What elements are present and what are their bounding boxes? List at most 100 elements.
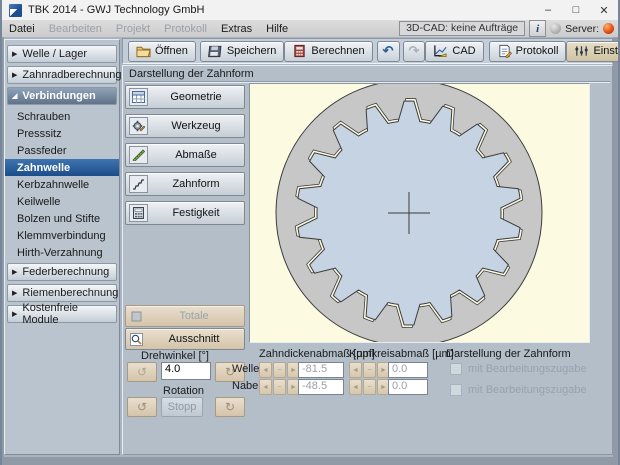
step-minus-icon[interactable]: − bbox=[363, 379, 376, 395]
close-button[interactable]: ✕ bbox=[590, 0, 618, 20]
step-minus-icon[interactable]: − bbox=[273, 379, 286, 395]
redo-button[interactable]: ↷ bbox=[402, 40, 426, 62]
sidebar-item-kerbzahnwelle[interactable]: Kerbzahnwelle bbox=[5, 176, 119, 193]
step-left-icon[interactable]: ◄ bbox=[349, 379, 362, 395]
server-status-dot bbox=[603, 23, 614, 34]
main-toolbar: Öffnen Speichern Berechnen ↶ ↷ CAD Proto… bbox=[122, 38, 618, 64]
content-pane: Darstellung der Zahnform Geometrie Werkz… bbox=[122, 65, 613, 455]
rotation-ccw-button[interactable]: ↺ bbox=[127, 397, 157, 417]
chevron-right-icon: ▶ bbox=[12, 311, 18, 318]
step-minus-icon[interactable]: − bbox=[273, 362, 286, 378]
geometry-table-icon bbox=[129, 88, 148, 106]
minimize-button[interactable]: – bbox=[534, 0, 562, 20]
menu-protokoll[interactable]: Protokoll bbox=[157, 23, 214, 35]
redo-icon: ↷ bbox=[408, 43, 420, 58]
menu-hilfe[interactable]: Hilfe bbox=[259, 23, 295, 35]
chevron-right-icon: ▶ bbox=[12, 51, 18, 58]
info-icon[interactable]: i bbox=[529, 20, 547, 37]
darstellung-group-label: Darstellung der Zahnform bbox=[446, 348, 571, 360]
menu-bar: Datei Bearbeiten Projekt Protokoll Extra… bbox=[2, 20, 618, 38]
kopfkreisabmass-header: Kopfkreisabmaß [µm] bbox=[349, 348, 454, 360]
bearbeitungszugabe-checkbox-2[interactable] bbox=[450, 384, 462, 396]
rotate-ccw-icon: ↺ bbox=[136, 400, 148, 414]
window-title: TBK 2014 - GWJ Technology GmbH bbox=[28, 4, 205, 16]
step-left-icon[interactable]: ◄ bbox=[259, 362, 272, 378]
cad-chart-icon bbox=[434, 45, 447, 57]
menu-datei[interactable]: Datei bbox=[2, 23, 42, 35]
sidebar-section-zahnradberechnung[interactable]: ▶ Zahnradberechnung bbox=[7, 66, 121, 84]
sidebar-section-kostenfreie-module[interactable]: ▶ Kostenfreie Module bbox=[7, 302, 117, 326]
rotate-cw-icon: ↻ bbox=[224, 400, 236, 414]
sidebar-item-klemmverbindung[interactable]: Klemmverbindung bbox=[5, 227, 119, 244]
magnifier-icon bbox=[129, 332, 144, 346]
step-left-icon[interactable]: ◄ bbox=[349, 362, 362, 378]
zahnform-button[interactable]: Zahnform bbox=[125, 172, 245, 196]
chevron-right-icon: ▶ bbox=[12, 290, 18, 297]
einstellungen-button[interactable]: Einstellungen bbox=[566, 40, 618, 62]
calculate-button[interactable]: Berechnen bbox=[284, 40, 373, 62]
geometrie-button[interactable]: Geometrie bbox=[125, 85, 245, 109]
bearbeitungszugabe-checkbox-1[interactable] bbox=[450, 363, 462, 375]
app-window: TBK 2014 - GWJ Technology GmbH – □ ✕ Dat… bbox=[0, 0, 620, 465]
rotate-left-button[interactable]: ↺ bbox=[127, 362, 157, 382]
tooth-form-canvas[interactable] bbox=[249, 79, 590, 347]
chevron-right-icon: ▶ bbox=[12, 72, 18, 79]
menu-extras[interactable]: Extras bbox=[214, 23, 259, 35]
tooth-profile-icon bbox=[129, 175, 148, 193]
navigation-sidebar: ▶ Welle / Lager ▶ Zahnradberechnung ◢ Ve… bbox=[4, 39, 121, 455]
gear-drawing bbox=[250, 79, 589, 347]
sidebar-section-federberechnung[interactable]: ▶ Federberechnung bbox=[7, 263, 117, 281]
sidebar-section-riemenberechnung[interactable]: ▶ Riemenberechnung bbox=[7, 284, 118, 302]
totale-button[interactable]: Totale bbox=[125, 305, 245, 327]
full-view-icon bbox=[129, 309, 144, 323]
open-button[interactable]: Öffnen bbox=[128, 40, 196, 62]
nabe-row-label: Nabe bbox=[232, 380, 259, 392]
calculator-icon bbox=[294, 44, 306, 58]
rotation-cw-button[interactable]: ↻ bbox=[215, 397, 245, 417]
maximize-button[interactable]: □ bbox=[562, 0, 590, 20]
welle-zahndicken-input[interactable]: -81.5 bbox=[298, 362, 344, 378]
menu-projekt[interactable]: Projekt bbox=[109, 23, 157, 35]
nabe-kopfkreis-input[interactable]: 0.0 bbox=[388, 379, 428, 395]
welle-row-label: Welle bbox=[232, 363, 260, 375]
sidebar-section-welle-lager[interactable]: ▶ Welle / Lager bbox=[7, 45, 117, 63]
sidebar-section-verbindungen[interactable]: ◢ Verbindungen bbox=[7, 87, 117, 105]
sidebar-item-presssitz[interactable]: Presssitz bbox=[5, 125, 119, 142]
title-bar: TBK 2014 - GWJ Technology GmbH – □ ✕ bbox=[2, 0, 618, 20]
tolerance-ruler-icon bbox=[129, 146, 148, 164]
protokoll-button[interactable]: Protokoll bbox=[488, 40, 567, 62]
sidebar-item-schrauben[interactable]: Schrauben bbox=[5, 108, 119, 125]
save-disk-icon bbox=[207, 45, 222, 58]
festigkeit-button[interactable]: Festigkeit bbox=[125, 201, 245, 225]
chevron-expanded-icon: ◢ bbox=[12, 93, 18, 100]
nabe-zahndicken-input[interactable]: -48.5 bbox=[298, 379, 344, 395]
cad-button[interactable]: CAD bbox=[425, 40, 484, 62]
sidebar-item-hirth-verzahnung[interactable]: Hirth-Verzahnung bbox=[5, 244, 119, 261]
undo-icon: ↶ bbox=[382, 43, 394, 58]
save-button[interactable]: Speichern bbox=[199, 40, 285, 62]
ausschnitt-button[interactable]: Ausschnitt bbox=[125, 328, 245, 350]
step-minus-icon[interactable]: − bbox=[363, 362, 376, 378]
sidebar-item-zahnwelle[interactable]: Zahnwelle bbox=[5, 159, 119, 176]
welle-kopfkreis-input[interactable]: 0.0 bbox=[388, 362, 428, 378]
abmasse-button[interactable]: Abmaße bbox=[125, 143, 245, 167]
menu-bearbeiten[interactable]: Bearbeiten bbox=[42, 23, 109, 35]
idle-status-dot bbox=[550, 23, 562, 34]
sidebar-item-keilwelle[interactable]: Keilwelle bbox=[5, 193, 119, 210]
server-label: Server: bbox=[565, 22, 599, 35]
strength-calculator-icon bbox=[129, 204, 148, 222]
document-icon bbox=[498, 44, 512, 58]
step-left-icon[interactable]: ◄ bbox=[259, 379, 272, 395]
chevron-right-icon: ▶ bbox=[12, 269, 18, 276]
open-folder-icon bbox=[136, 46, 151, 58]
sidebar-item-bolzen-und-stifte[interactable]: Bolzen und Stifte bbox=[5, 210, 119, 227]
app-body: ▶ Welle / Lager ▶ Zahnradberechnung ◢ Ve… bbox=[4, 37, 618, 457]
rotate-ccw-icon: ↺ bbox=[136, 365, 148, 379]
undo-button[interactable]: ↶ bbox=[376, 40, 400, 62]
werkzeug-button[interactable]: Werkzeug bbox=[125, 114, 245, 138]
sidebar-item-passfeder[interactable]: Passfeder bbox=[5, 142, 119, 159]
rotation-stop-button[interactable]: Stopp bbox=[161, 397, 203, 417]
tool-gear-icon bbox=[129, 117, 148, 135]
cad-status-field: 3D-CAD: keine Aufträge bbox=[399, 21, 526, 36]
drehwinkel-input[interactable]: 4.0 bbox=[161, 362, 211, 380]
